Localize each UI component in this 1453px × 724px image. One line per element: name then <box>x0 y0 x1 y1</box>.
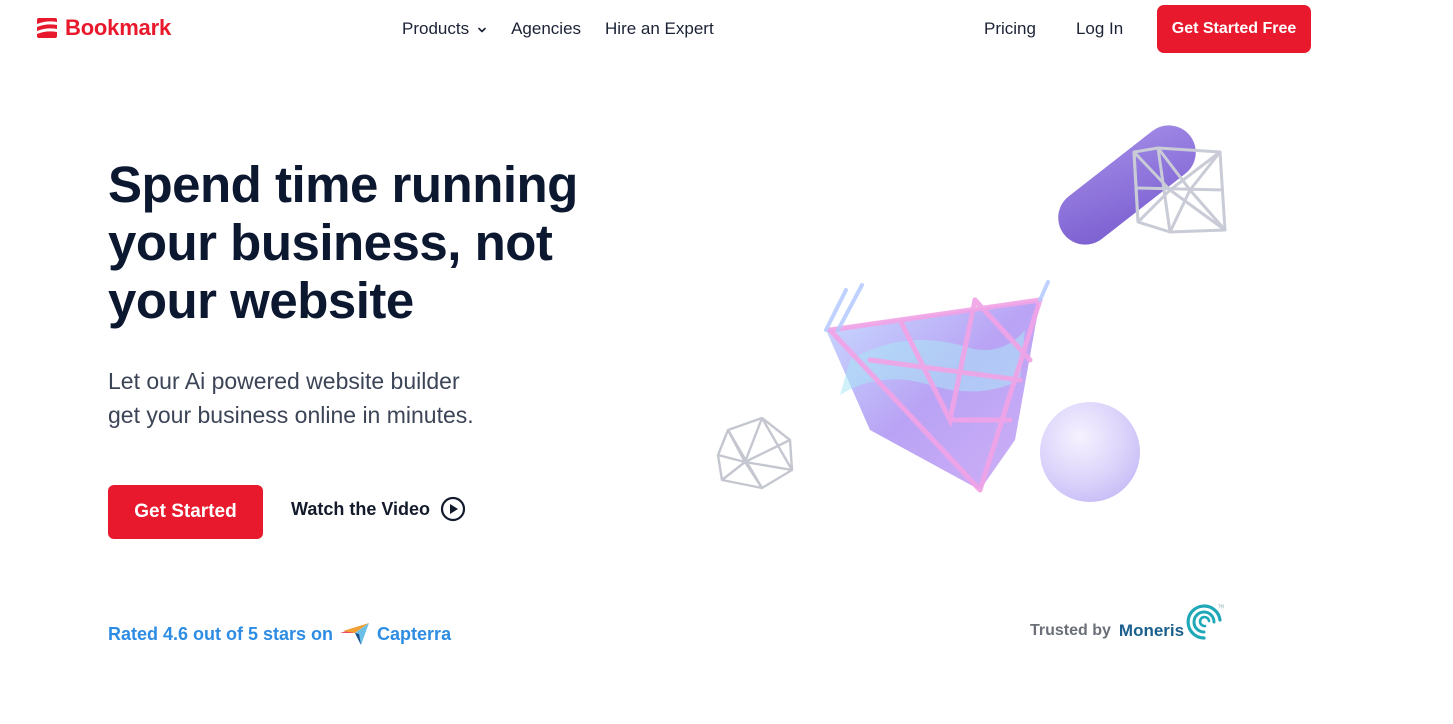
hero-title-line: your website <box>108 272 414 329</box>
site-header: Bookmark Products Agencies Hire an Exper… <box>0 0 1453 58</box>
nav-products[interactable]: Products <box>402 18 487 40</box>
nav-agencies[interactable]: Agencies <box>511 18 581 40</box>
nav-hire-expert[interactable]: Hire an Expert <box>605 18 714 40</box>
nav-products-label: Products <box>402 19 470 38</box>
brand-name: Bookmark <box>65 15 171 40</box>
nav-login[interactable]: Log In <box>1076 18 1123 40</box>
chevron-down-icon <box>478 27 486 33</box>
lavender-sphere <box>1040 402 1140 502</box>
watch-video-label: Watch the Video <box>291 499 431 519</box>
hero-subtitle: Let our Ai powered website builder get y… <box>108 364 528 432</box>
capterra-rating-link[interactable]: Rated 4.6 out of 5 stars on Capterra <box>108 621 451 647</box>
capterra-logo-icon <box>340 623 370 645</box>
rating-text: Rated 4.6 out of 5 stars on <box>108 624 334 644</box>
main-nav: Products Agencies Hire an Expert <box>402 18 714 40</box>
moneris-swirl-icon: TM <box>1186 604 1225 640</box>
glass-crystal-basket <box>824 280 1050 493</box>
get-started-button[interactable]: Get Started <box>108 485 263 539</box>
hero-subtitle-line: get your business online in minutes. <box>108 402 474 428</box>
trusted-by: Trusted by Moneris TM <box>1030 602 1226 644</box>
wireframe-icosahedron <box>716 416 794 490</box>
hero-title-line: your business, not <box>108 214 553 271</box>
get-started-free-button[interactable]: Get Started Free <box>1157 5 1311 53</box>
hero-title: Spend time running your business, not yo… <box>108 156 628 330</box>
nav-pricing[interactable]: Pricing <box>984 18 1036 40</box>
hero-title-line: Spend time running <box>108 156 578 213</box>
account-nav: Pricing Log In <box>984 18 1123 40</box>
play-circle-icon <box>440 496 466 522</box>
hero-subtitle-line: Let our Ai powered website builder <box>108 368 460 394</box>
hero-illustration <box>716 125 1227 502</box>
purple-capsule <box>1058 125 1196 245</box>
moneris-name: Moneris <box>1118 621 1185 640</box>
watch-video-link[interactable]: Watch the Video <box>291 496 466 522</box>
rating-platform: Capterra <box>377 624 452 644</box>
brand-logo[interactable]: Bookmark <box>35 15 171 41</box>
svg-text:TM: TM <box>1217 604 1224 609</box>
bookmark-stack-icon <box>37 18 57 38</box>
trusted-label: Trusted by <box>1030 622 1111 639</box>
page: Bookmark Products Agencies Hire an Exper… <box>0 0 1453 724</box>
